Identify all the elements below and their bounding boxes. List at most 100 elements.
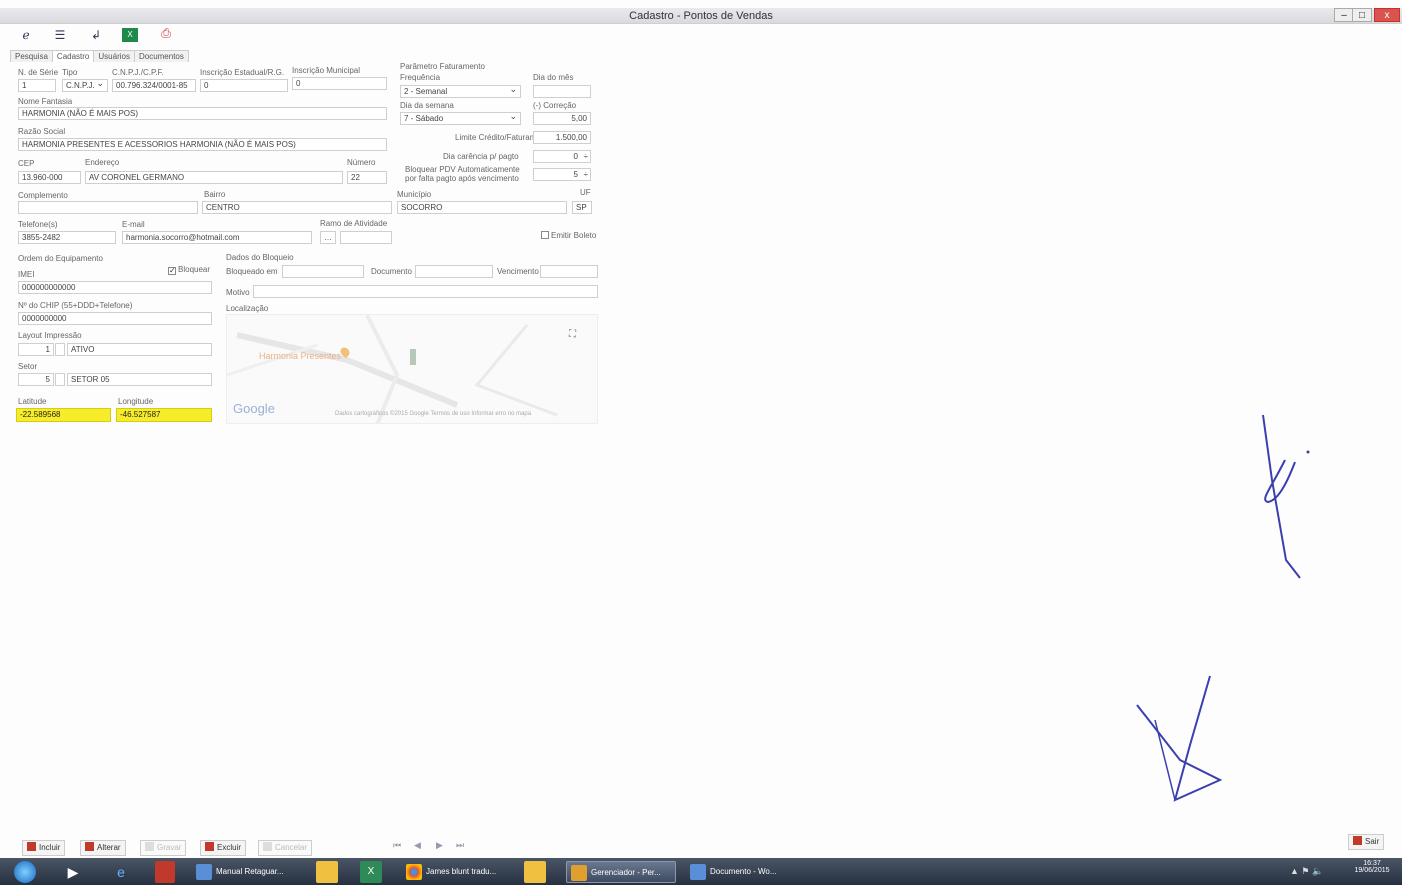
cep-field[interactable]: 13.960-000 <box>18 171 81 184</box>
municipio-field[interactable]: SOCORRO <box>397 201 567 214</box>
frequencia-label: Frequência <box>400 73 441 82</box>
list-icon[interactable]: ☰ <box>52 28 68 42</box>
complemento-field[interactable] <box>18 201 198 214</box>
explorer-folder-icon[interactable] <box>524 861 546 883</box>
uf-field[interactable]: SP <box>572 201 592 214</box>
longitude-label: Longitude <box>118 397 154 406</box>
start-button-icon[interactable] <box>14 861 36 883</box>
chip-label: Nº do CHIP (55+DDD+Telefone) <box>18 301 133 310</box>
fullscreen-icon[interactable]: ⛶ <box>569 329 576 340</box>
razao-field[interactable]: HARMONIA PRESENTES E ACESSORIOS HARMONIA… <box>18 138 387 151</box>
taskbar-item-documento[interactable]: Documento - Wo... <box>686 861 790 883</box>
motivo-field[interactable] <box>253 285 598 298</box>
sair-button[interactable]: Sair <box>1348 834 1385 850</box>
clock-time: 16:37 <box>1363 860 1381 867</box>
frequencia-select[interactable]: 2 - Semanal <box>400 85 521 98</box>
layout-field[interactable]: ATIVO <box>67 343 212 356</box>
excluir-button[interactable]: Excluir <box>200 840 247 856</box>
correcao-field[interactable]: 5,00 <box>533 112 591 125</box>
tab-bar: Pesquisa Cadastro Usuários Documentos <box>10 50 189 62</box>
previous-record-icon[interactable]: ◀ <box>414 840 421 851</box>
undo-icon[interactable]: ↲ <box>88 28 104 42</box>
imei-field[interactable]: 000000000000 <box>18 281 212 294</box>
taskbar-item-gerenciador[interactable]: Gerenciador - Per... <box>566 861 676 883</box>
documento-field[interactable] <box>415 265 493 278</box>
alterar-label: Alterar <box>97 843 121 852</box>
bloquear-label-2: por falta pagto após vencimento <box>405 174 519 183</box>
setor-lookup-button[interactable] <box>55 373 65 386</box>
limite-field[interactable]: 1.500,00 <box>533 131 591 144</box>
last-record-icon[interactable]: ⏭ <box>456 840 464 851</box>
incluir-button[interactable]: Incluir <box>22 840 66 856</box>
cnpj-field[interactable]: 00.796.324/0001-85 <box>112 79 196 92</box>
gravar-button[interactable]: Gravar <box>140 840 187 856</box>
numero-field[interactable]: 22 <box>347 171 387 184</box>
bloquear-stepper[interactable]: 5 <box>533 168 591 181</box>
setor-num-field[interactable]: 5 <box>18 373 54 386</box>
internet-explorer-icon[interactable]: e <box>108 861 134 883</box>
first-record-icon[interactable]: ⏮ <box>393 840 401 851</box>
bairro-field[interactable]: CENTRO <box>202 201 392 214</box>
pdf-reader-icon[interactable] <box>155 861 175 883</box>
taskbar-item-chrome[interactable]: James blunt tradu... <box>402 861 514 883</box>
map-roads <box>227 315 558 423</box>
exit-icon <box>1353 836 1362 845</box>
tipo-select[interactable]: C.N.P.J. <box>62 79 108 92</box>
taskbar-item-label: Gerenciador - Per... <box>591 868 661 877</box>
word-doc-icon <box>196 864 212 880</box>
ie-field[interactable]: 0 <box>200 79 288 92</box>
layout-lookup-button[interactable] <box>55 343 65 356</box>
bloqueado-field[interactable] <box>282 265 364 278</box>
minimize-button[interactable]: – <box>1334 8 1354 22</box>
refresh-icon[interactable]: ℯ <box>18 28 34 42</box>
pegman-icon[interactable] <box>410 349 416 365</box>
email-field[interactable]: harmonia.socorro@hotmail.com <box>122 231 312 244</box>
razao-label: Razão Social <box>18 127 66 136</box>
cancelar-button[interactable]: Cancelar <box>258 840 313 856</box>
emitir-boleto-checkbox[interactable]: Emitir Boleto <box>541 231 596 240</box>
excel-icon[interactable]: X <box>122 28 138 42</box>
location-map[interactable]: Harmonia Presentes ⛶ Google Dados cartog… <box>226 314 598 424</box>
next-record-icon[interactable]: ▶ <box>436 840 443 851</box>
clock[interactable]: 16:37 19/06/2015 <box>1350 860 1394 874</box>
longitude-field[interactable]: -46.527587 <box>116 408 212 422</box>
latitude-field[interactable]: -22.589568 <box>16 408 111 422</box>
taskbar-item-manual[interactable]: Manual Retaguar... <box>192 861 298 883</box>
bloquear-checkbox[interactable]: ✓ Bloquear <box>168 265 210 275</box>
dia-semana-select[interactable]: 7 - Sábado <box>400 112 521 125</box>
dia-mes-field[interactable] <box>533 85 591 98</box>
checkmark-icon: ✓ <box>168 266 176 275</box>
tab-pesquisa[interactable]: Pesquisa <box>10 50 53 62</box>
maximize-button[interactable]: □ <box>1352 8 1372 22</box>
email-label: E-mail <box>122 220 145 229</box>
folder-icon[interactable] <box>316 861 338 883</box>
setor-field[interactable]: SETOR 05 <box>67 373 212 386</box>
taskbar-item-label: Documento - Wo... <box>710 867 777 876</box>
vencimento-field[interactable] <box>540 265 598 278</box>
alterar-button[interactable]: Alterar <box>80 840 126 856</box>
excel-app-icon[interactable]: X <box>360 861 382 883</box>
tab-cadastro[interactable]: Cadastro <box>51 50 95 62</box>
clock-date: 19/06/2015 <box>1354 867 1390 874</box>
chip-field[interactable]: 0000000000 <box>18 312 212 325</box>
print-icon[interactable]: ⎙ <box>158 26 174 40</box>
carencia-stepper[interactable]: 0 <box>533 150 591 163</box>
tab-documentos[interactable]: Documentos <box>133 50 189 62</box>
ramo-lookup-button[interactable]: … <box>320 231 336 244</box>
tab-usuarios[interactable]: Usuários <box>93 50 135 62</box>
close-button[interactable]: x <box>1374 8 1400 22</box>
faturamento-label: Parâmetro Faturamento <box>400 62 485 71</box>
ordem-label: Ordem do Equipamento <box>18 254 103 263</box>
telefone-field[interactable]: 3855-2482 <box>18 231 116 244</box>
serie-field[interactable]: 1 <box>18 79 56 92</box>
endereco-field[interactable]: AV CORONEL GERMANO <box>85 171 343 184</box>
fantasia-field[interactable]: HARMONIA (NÃO É MAIS POS) <box>18 107 387 120</box>
ramo-field[interactable] <box>340 231 392 244</box>
gravar-label: Gravar <box>157 843 182 852</box>
system-tray-icons[interactable]: ▲ ⚑ 🔈 <box>1290 866 1323 877</box>
im-field[interactable]: 0 <box>292 77 387 90</box>
layout-num-field[interactable]: 1 <box>18 343 54 356</box>
imei-label: IMEI <box>18 270 35 279</box>
endereco-label: Endereço <box>85 158 120 167</box>
media-player-icon[interactable]: ▶ <box>60 861 86 883</box>
